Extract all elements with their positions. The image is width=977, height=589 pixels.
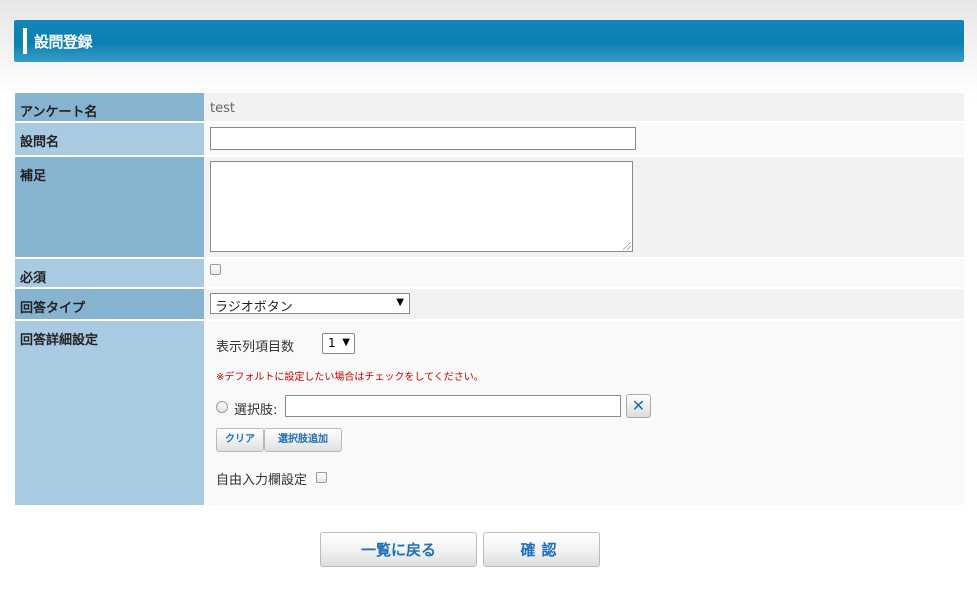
survey-name-label: アンケート名 (15, 93, 204, 121)
clear-button[interactable]: クリア (216, 428, 264, 452)
back-to-list-button[interactable]: 一覧に戻る (320, 532, 477, 567)
required-checkbox[interactable] (210, 264, 221, 275)
add-choice-button[interactable]: 選択肢追加 (264, 428, 342, 452)
page-title: 設問登録 (34, 33, 93, 51)
choice-input[interactable] (285, 395, 621, 417)
supplement-textarea[interactable] (210, 161, 633, 252)
answer-type-select[interactable]: ラジオボタン ▼ (210, 293, 410, 315)
required-label: 必須 (15, 259, 204, 287)
answer-details-label: 回答詳細設定 (15, 321, 204, 505)
delete-choice-button[interactable]: ✕ (626, 394, 651, 418)
page-header: 設問登録 (14, 20, 964, 62)
free-input-label: 自由入力欄設定 (216, 473, 308, 488)
choice-label: 選択肢: (234, 403, 278, 418)
row-supplement: 補足 (15, 157, 964, 259)
row-survey-name: アンケート名 test (15, 93, 964, 123)
choice-default-radio[interactable] (216, 401, 228, 413)
free-input-checkbox[interactable] (316, 472, 327, 483)
header-accent (23, 28, 27, 54)
dropdown-arrow-icon: ▼ (396, 297, 404, 308)
answer-type-selected: ラジオボタン (215, 300, 293, 315)
question-name-input[interactable] (210, 127, 636, 150)
close-icon: ✕ (631, 396, 646, 415)
confirm-button[interactable]: 確認 (483, 532, 600, 567)
answer-type-label: 回答タイプ (15, 289, 204, 319)
resize-grip-icon[interactable] (623, 242, 631, 250)
row-required: 必須 (15, 259, 964, 289)
columns-selected: 1 (328, 336, 336, 350)
default-note: ※デフォルトに設定したい場合はチェックをしてください。 (216, 372, 484, 383)
question-form: アンケート名 test 設問名 補足 必須 回答タイプ ラジオボタン ▼ 回答詳… (15, 93, 964, 507)
row-answer-details: 回答詳細設定 表示列項目数 1 ▼ ※デフォルトに設定したい場合はチェックをして… (15, 321, 964, 507)
row-question-name: 設問名 (15, 123, 964, 157)
survey-name-value: test (204, 93, 964, 121)
supplement-label: 補足 (15, 157, 204, 257)
row-answer-type: 回答タイプ ラジオボタン ▼ (15, 289, 964, 321)
columns-select[interactable]: 1 ▼ (322, 333, 355, 354)
columns-label: 表示列項目数 (216, 340, 295, 355)
dropdown-arrow-icon: ▼ (342, 337, 350, 348)
question-name-label: 設問名 (15, 123, 204, 155)
